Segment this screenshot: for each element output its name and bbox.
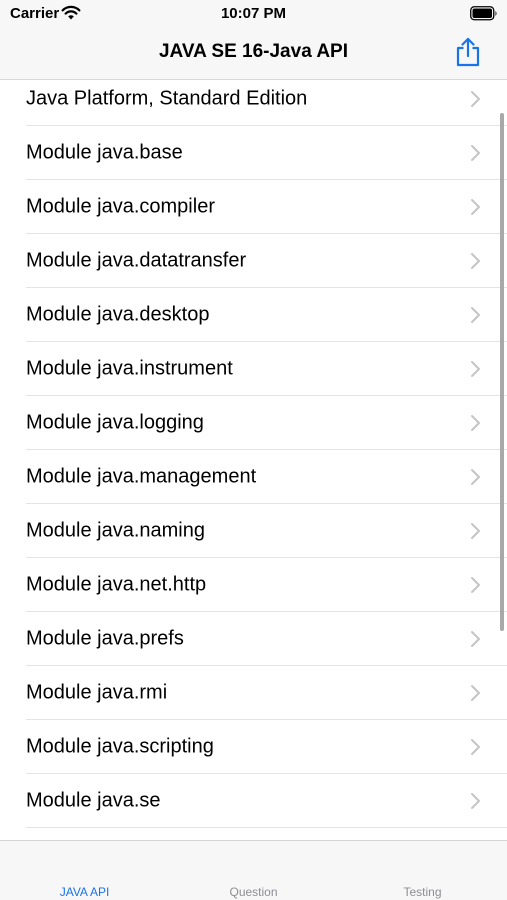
chevron-right-icon bbox=[471, 199, 480, 215]
status-time: 10:07 PM bbox=[220, 5, 287, 22]
tab-question[interactable]: Question bbox=[169, 841, 338, 900]
chevron-right-icon bbox=[471, 307, 480, 323]
tab-testing[interactable]: Testing bbox=[338, 841, 507, 900]
chevron-right-icon bbox=[471, 415, 480, 431]
list-item-label: Module java.datatransfer bbox=[26, 249, 247, 272]
share-icon[interactable] bbox=[454, 36, 482, 68]
list-item[interactable]: Module java.se bbox=[0, 774, 507, 828]
list-item[interactable]: Module java.net.http bbox=[0, 558, 507, 612]
list-item[interactable]: Java Platform, Standard Edition bbox=[0, 80, 507, 126]
list-item-label: Module java.scripting bbox=[26, 735, 214, 758]
list-item-label: Module java.naming bbox=[26, 519, 205, 542]
list-item[interactable]: Module java.rmi bbox=[0, 666, 507, 720]
list-item-label: Module java.rmi bbox=[26, 681, 168, 704]
list-item[interactable]: Module java.base bbox=[0, 126, 507, 180]
list-item-label: Module java.logging bbox=[26, 411, 204, 434]
list-item-label: Module java.compiler bbox=[26, 195, 215, 218]
list-item-label: Module java.base bbox=[26, 141, 183, 164]
chevron-right-icon bbox=[471, 685, 480, 701]
list-item-label: Module java.se bbox=[26, 789, 161, 812]
api-list: Java Platform, Standard Edition Module j… bbox=[0, 80, 507, 840]
app-screen: Carrier 10:07 PM JAVA SE 16-Java API Jav… bbox=[0, 0, 507, 900]
list-item-label: Module java.net.http bbox=[26, 573, 207, 596]
chevron-right-icon bbox=[471, 577, 480, 593]
chevron-right-icon bbox=[471, 361, 480, 377]
page-title: JAVA SE 16-Java API bbox=[158, 41, 349, 62]
chevron-right-icon bbox=[471, 145, 480, 161]
chevron-right-icon bbox=[471, 739, 480, 755]
list-item[interactable]: Module java.scripting bbox=[0, 720, 507, 774]
tab-bar: JAVA API Question Testing bbox=[0, 840, 507, 900]
list-item[interactable]: Module java.datatransfer bbox=[0, 234, 507, 288]
battery-icon bbox=[470, 6, 497, 21]
list-item-label: Module java.desktop bbox=[26, 303, 210, 326]
chevron-right-icon bbox=[471, 523, 480, 539]
tab-label: Question bbox=[229, 885, 278, 899]
list-item[interactable]: Module java.desktop bbox=[0, 288, 507, 342]
list-item[interactable]: Module java.instrument bbox=[0, 342, 507, 396]
chevron-right-icon bbox=[471, 91, 480, 107]
list-item[interactable]: Module java.compiler bbox=[0, 180, 507, 234]
navigation-bar: JAVA SE 16-Java API bbox=[0, 30, 507, 80]
list-item-label: Module java.instrument bbox=[26, 357, 233, 380]
list-item-label: Module java.prefs bbox=[26, 627, 184, 650]
status-bar: Carrier 10:07 PM bbox=[0, 0, 507, 30]
list-item[interactable]: Module java.management bbox=[0, 450, 507, 504]
list-item-label: Module java.management bbox=[26, 465, 257, 488]
chevron-right-icon bbox=[471, 253, 480, 269]
row-divider bbox=[26, 827, 507, 828]
list-item[interactable]: Module java.logging bbox=[0, 396, 507, 450]
tab-java-api[interactable]: JAVA API bbox=[0, 841, 169, 900]
tab-label: Testing bbox=[403, 885, 442, 899]
chevron-right-icon bbox=[471, 469, 480, 485]
list-item-label: Java Platform, Standard Edition bbox=[26, 87, 308, 110]
scroll-indicator[interactable] bbox=[500, 113, 504, 631]
chevron-right-icon bbox=[471, 631, 480, 647]
list-item[interactable]: Module java.prefs bbox=[0, 612, 507, 666]
list-item[interactable]: Module java.naming bbox=[0, 504, 507, 558]
tab-label: JAVA API bbox=[59, 885, 110, 899]
chevron-right-icon bbox=[471, 793, 480, 809]
